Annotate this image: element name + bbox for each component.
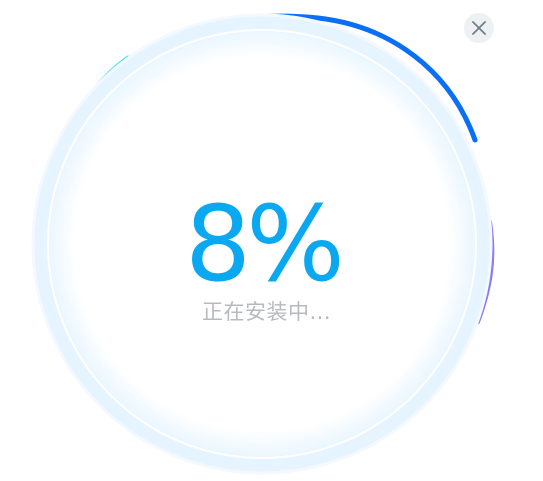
close-icon (472, 21, 486, 35)
install-status: 正在安装中... (201, 300, 332, 324)
progress-percent: 8% (185, 183, 345, 305)
close-button[interactable] (464, 13, 494, 43)
progress-display: 8% 正在安装中... (0, 188, 543, 326)
